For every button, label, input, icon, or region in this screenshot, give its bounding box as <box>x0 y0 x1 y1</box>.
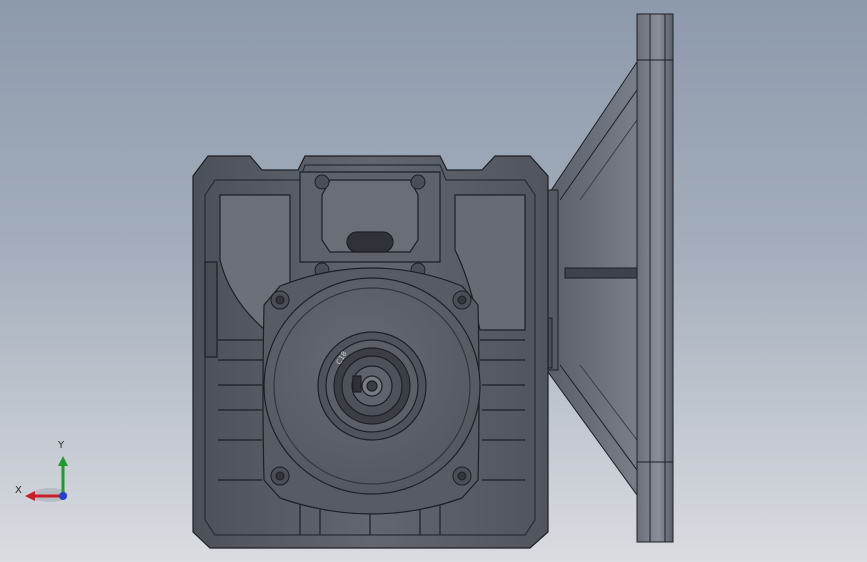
coordinate-triad: Y X <box>10 440 80 510</box>
graphics-viewport[interactable]: C18 Y X <box>0 0 867 562</box>
y-axis-arrow <box>58 456 68 466</box>
x-axis-label: X <box>15 485 22 496</box>
y-axis-label: Y <box>58 440 65 451</box>
z-axis-dot <box>59 492 67 500</box>
x-axis-arrow <box>25 491 35 501</box>
gearbox-model[interactable]: C18 <box>0 0 867 562</box>
output-flange <box>262 267 481 515</box>
